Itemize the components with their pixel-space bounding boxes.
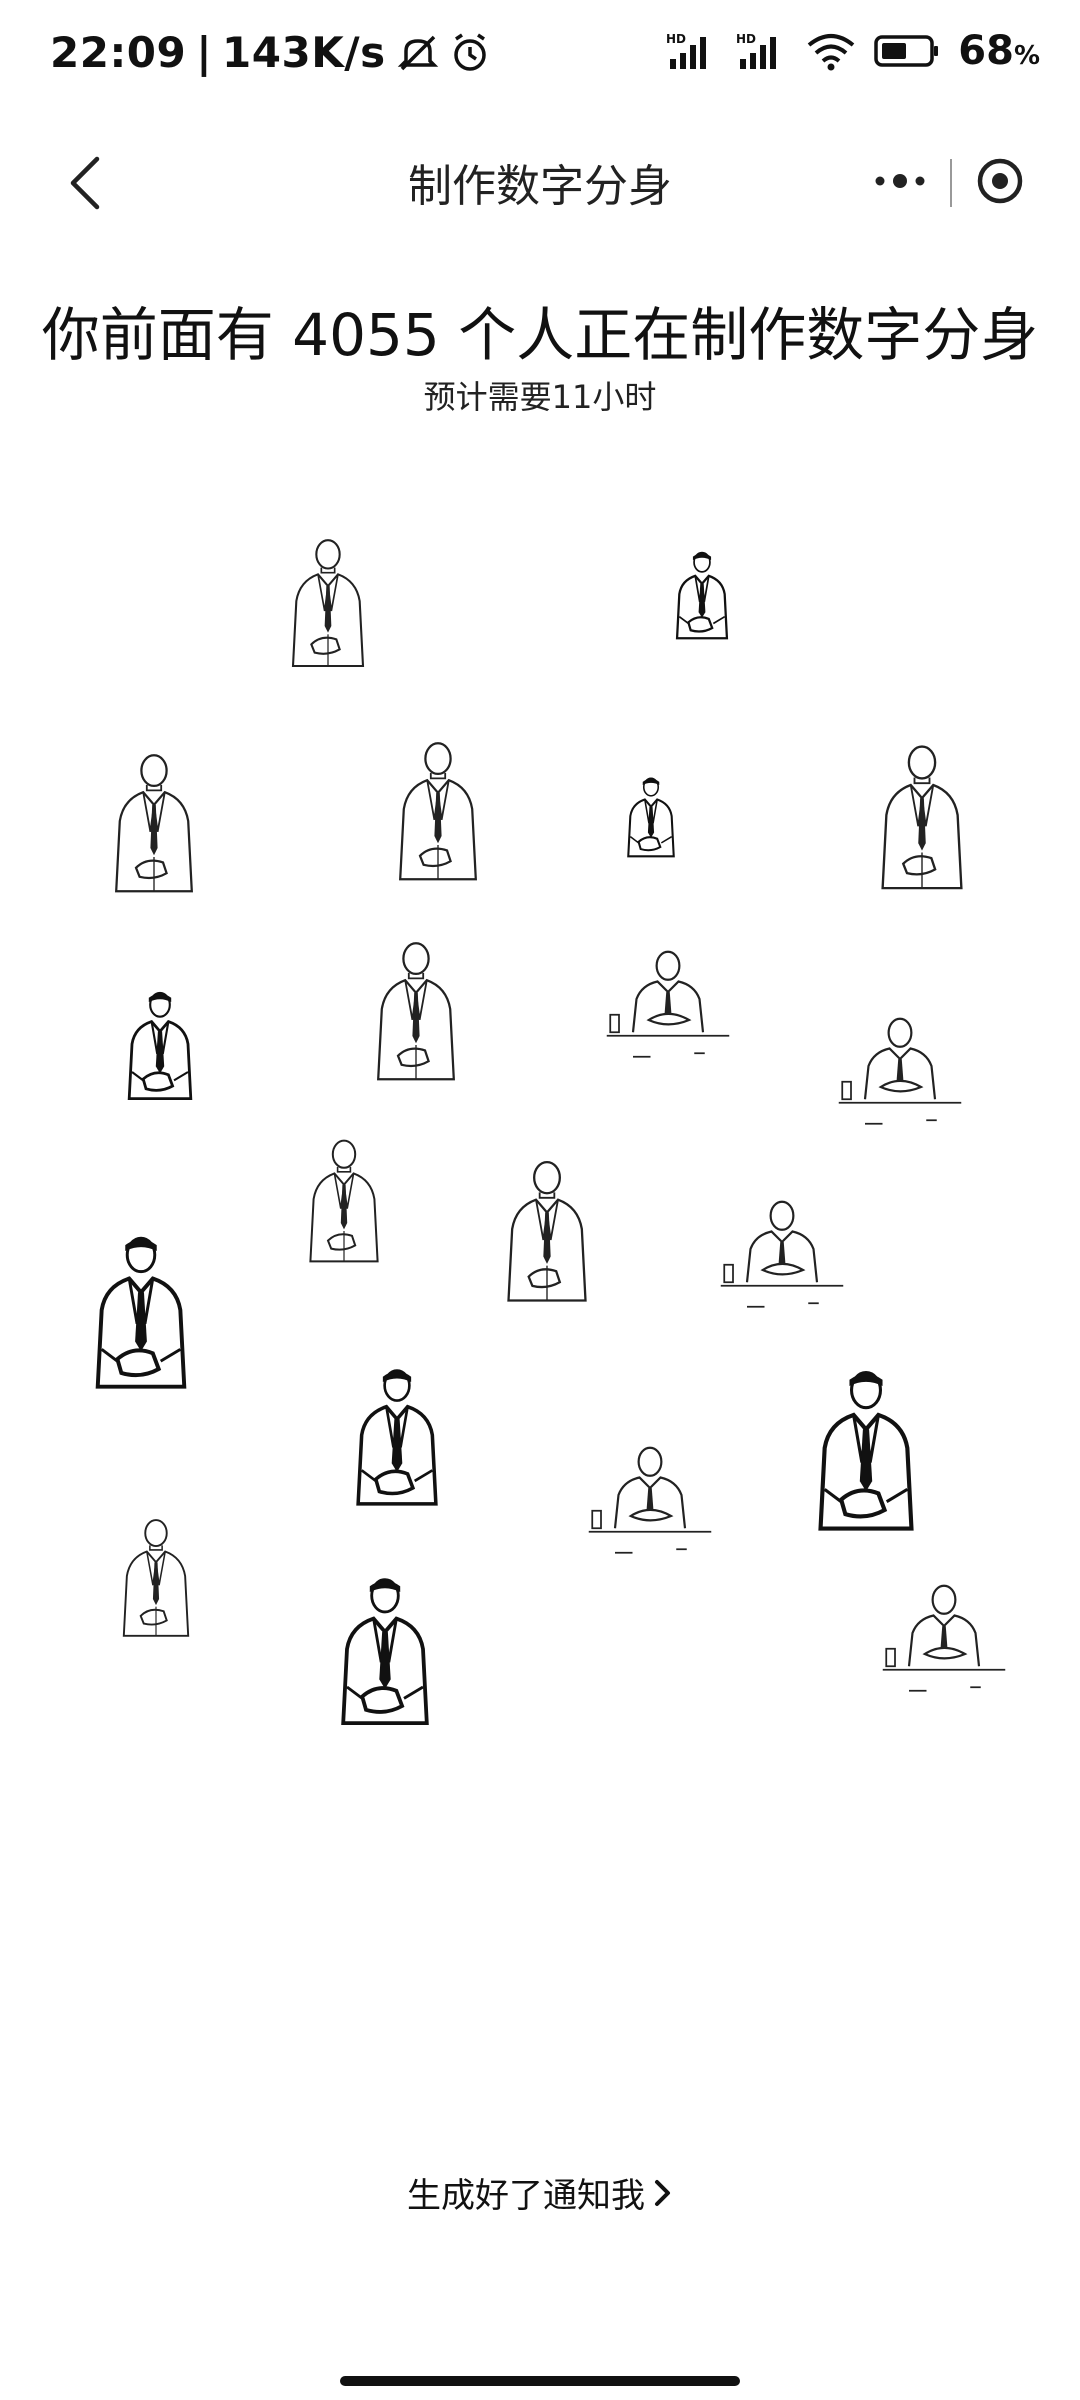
status-net-speed: 143K/s: [222, 28, 386, 77]
home-indicator[interactable]: [340, 2376, 740, 2386]
avatar-figure: [580, 1432, 720, 1572]
avatar-person: [110, 1506, 202, 1646]
avatar-person: [82, 1220, 200, 1400]
avatar-person: [328, 1564, 442, 1734]
avatar-person: [492, 1148, 602, 1310]
status-separator: |: [196, 28, 213, 77]
avatar-figure: [328, 1564, 442, 1734]
avatar-person: [384, 734, 492, 884]
avatar-figure: [668, 540, 736, 648]
mini-program-capsule: [850, 138, 1050, 228]
avatar-person: [296, 1124, 392, 1274]
avatar-figure: [344, 1356, 450, 1514]
avatar-person: [874, 1570, 1014, 1710]
avatar-figure: [384, 734, 492, 884]
status-right: HD HD 68%: [666, 28, 1040, 74]
battery-icon: [874, 33, 940, 69]
avatar-person: [580, 1432, 720, 1572]
avatar-person: [598, 936, 738, 1076]
avatar-person: [852, 740, 992, 890]
avatar-figure: [100, 746, 208, 896]
avatar-figure: [598, 936, 738, 1076]
alarm-icon: [450, 33, 490, 73]
avatar-figure: [874, 1570, 1014, 1710]
signal-hd-icon-2: HD: [736, 31, 788, 71]
status-left: 22:09 | 143K/s: [50, 28, 490, 77]
chevron-right-icon: [653, 2178, 673, 2208]
queue-headline: 你前面有 4055 个人正在制作数字分身: [41, 301, 1039, 369]
avatar-person: [362, 934, 470, 1084]
avatar-figure: [492, 1148, 602, 1310]
queue-estimate: 预计需要11小时: [423, 378, 657, 416]
target-circle-icon: [975, 156, 1025, 210]
more-button[interactable]: [850, 138, 950, 228]
avatar-figure: [112, 988, 208, 1100]
avatar-person: [620, 770, 682, 862]
status-bar: 22:09 | 143K/s HD HD 68%: [0, 0, 1080, 110]
avatar-person: [712, 1186, 852, 1326]
notify-me-label: 生成好了通知我: [407, 2176, 645, 2216]
signal-hd-icon: HD: [666, 31, 718, 71]
avatar-figure: [296, 1124, 392, 1274]
avatar-person: [100, 746, 208, 896]
svg-text:HD: HD: [736, 32, 756, 46]
avatar-figure: [110, 1506, 202, 1646]
avatar-figure: [852, 740, 992, 890]
mute-icon: [396, 33, 440, 73]
avatar-figure: [620, 770, 682, 862]
avatar-person: [830, 998, 970, 1148]
avatar-person: [668, 540, 736, 648]
avatar-figure: [804, 1356, 928, 1540]
avatar-figure: [830, 998, 970, 1148]
avatar-figure: [278, 528, 378, 674]
notify-me-link[interactable]: 生成好了通知我: [0, 2168, 1080, 2217]
avatar-figure: [82, 1220, 200, 1400]
avatar-person: [112, 988, 208, 1100]
close-mini-program-button[interactable]: [952, 138, 1048, 228]
avatar-figure: [712, 1186, 852, 1326]
avatar-person: [344, 1356, 450, 1514]
title-bar: 制作数字分身: [0, 110, 1080, 260]
wifi-icon: [806, 31, 856, 71]
avatar-person: [278, 528, 378, 674]
avatar-person: [804, 1356, 928, 1540]
avatar-figure: [362, 934, 470, 1084]
status-time: 22:09: [50, 28, 187, 77]
more-dots-icon: [872, 171, 928, 195]
battery-level: 68%: [958, 28, 1040, 74]
svg-text:HD: HD: [666, 32, 686, 46]
